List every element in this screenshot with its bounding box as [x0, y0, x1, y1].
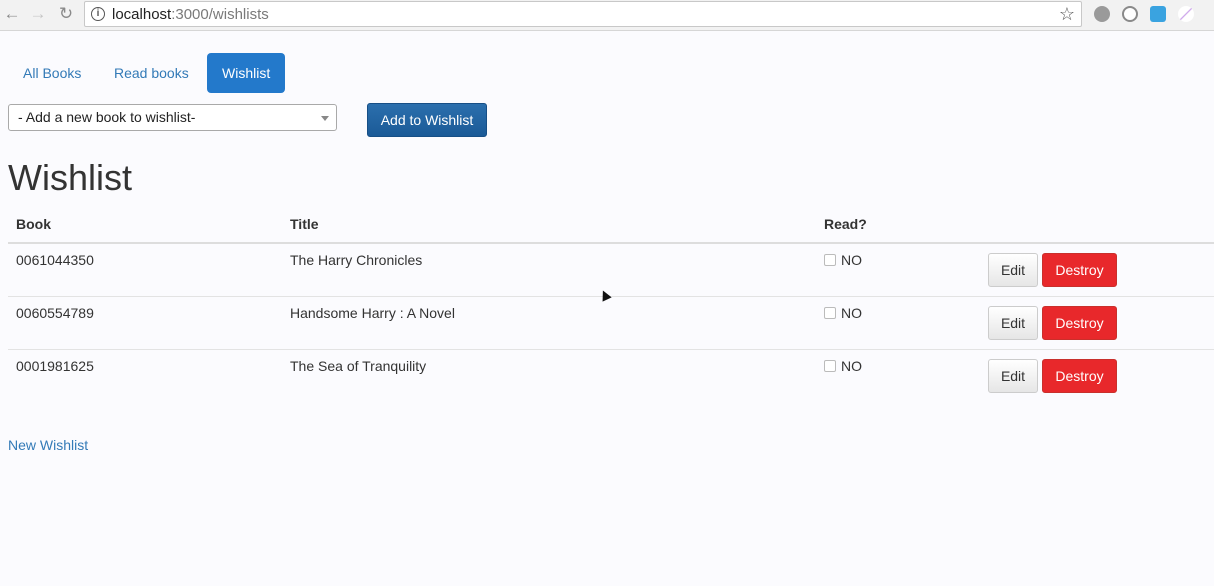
- destroy-button[interactable]: Destroy: [1042, 253, 1117, 287]
- tab-read-books[interactable]: Read books: [99, 53, 205, 93]
- chevron-down-icon: [321, 116, 329, 121]
- tab-wishlist[interactable]: Wishlist: [207, 53, 285, 93]
- column-header-title: Title: [282, 206, 816, 244]
- info-extension-icon[interactable]: [1122, 6, 1138, 22]
- bookmark-star-icon[interactable]: ☆: [1059, 4, 1075, 25]
- book-cell: 0061044350: [8, 242, 282, 297]
- actions-cell: Edit Destroy: [988, 296, 1214, 350]
- new-wishlist-link[interactable]: New Wishlist: [8, 437, 88, 453]
- forward-arrow-icon[interactable]: →: [28, 4, 48, 24]
- back-arrow-icon[interactable]: ←: [2, 4, 22, 24]
- table-row: 0001981625 The Sea of Tranquility NO Edi…: [8, 349, 1214, 402]
- read-cell: NO: [816, 349, 988, 402]
- extension-icon[interactable]: [1094, 6, 1110, 22]
- wishlist-table: Book Title Read? 0061044350 The Harry Ch…: [8, 206, 1214, 402]
- pen-extension-icon[interactable]: [1178, 6, 1194, 22]
- actions-cell: Edit Destroy: [988, 349, 1214, 402]
- reload-icon[interactable]: ↻: [56, 4, 76, 24]
- edit-button[interactable]: Edit: [988, 359, 1038, 393]
- url-text: localhost:3000/wishlists: [112, 6, 269, 23]
- read-checkbox[interactable]: [824, 360, 836, 372]
- read-cell: NO: [816, 242, 988, 297]
- d-extension-icon[interactable]: [1150, 6, 1166, 22]
- url-host: localhost: [112, 6, 172, 23]
- book-select-value: - Add a new book to wishlist-: [18, 109, 196, 125]
- destroy-button[interactable]: Destroy: [1042, 359, 1117, 393]
- table-header-row: Book Title Read?: [8, 206, 1214, 244]
- add-to-wishlist-button[interactable]: Add to Wishlist: [367, 103, 487, 137]
- edit-button[interactable]: Edit: [988, 253, 1038, 287]
- browser-toolbar: ← → ↻ i localhost:3000/wishlists ☆: [0, 0, 1214, 31]
- book-cell: 0060554789: [8, 296, 282, 350]
- page-title: Wishlist: [8, 157, 132, 198]
- read-checkbox[interactable]: [824, 307, 836, 319]
- url-path: :3000/wishlists: [171, 6, 269, 23]
- actions-cell: Edit Destroy: [988, 242, 1214, 297]
- read-status: NO: [841, 305, 862, 321]
- column-header-read: Read?: [816, 206, 988, 244]
- edit-button[interactable]: Edit: [988, 306, 1038, 340]
- read-status: NO: [841, 252, 862, 268]
- table-row: 0060554789 Handsome Harry : A Novel NO E…: [8, 296, 1214, 350]
- book-cell: 0001981625: [8, 349, 282, 402]
- tab-all-books[interactable]: All Books: [8, 53, 98, 93]
- column-header-book: Book: [8, 206, 282, 244]
- title-cell: Handsome Harry : A Novel: [282, 296, 816, 350]
- read-status: NO: [841, 358, 862, 374]
- column-header-actions: [988, 206, 1214, 244]
- read-checkbox[interactable]: [824, 254, 836, 266]
- destroy-button[interactable]: Destroy: [1042, 306, 1117, 340]
- read-cell: NO: [816, 296, 988, 350]
- table-row: 0061044350 The Harry Chronicles NO Edit D…: [8, 242, 1214, 297]
- info-icon[interactable]: i: [91, 7, 105, 21]
- title-cell: The Sea of Tranquility: [282, 349, 816, 402]
- book-select[interactable]: - Add a new book to wishlist-: [8, 104, 337, 131]
- address-bar[interactable]: i localhost:3000/wishlists ☆: [84, 1, 1082, 27]
- title-cell: The Harry Chronicles: [282, 242, 816, 297]
